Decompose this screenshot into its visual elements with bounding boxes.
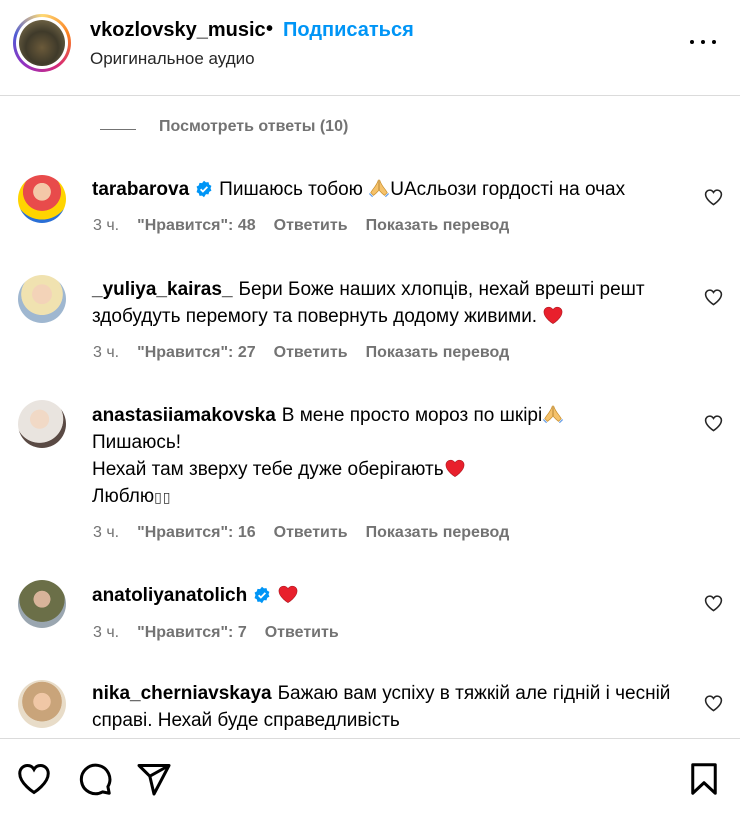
comment-meta: 3 ч. "Нравится": 7 Ответить [93,624,357,642]
verified-badge-icon [196,180,212,198]
comment-avatar[interactable] [18,175,66,223]
comment-line-3: Нехай там зверху тебе дуже оберігають [92,459,444,480]
comment-username[interactable]: nika_cherniavskaya [92,683,272,704]
translate-button[interactable]: Показать перевод [366,524,510,541]
reply-button[interactable]: Ответить [274,217,348,234]
comment-time: 3 ч. [93,524,120,541]
follow-button[interactable]: Подписаться [283,19,414,42]
comment-username[interactable]: anatoliyanatolich [92,585,247,606]
comment-avatar[interactable] [18,580,66,628]
comment-avatar[interactable] [18,680,66,728]
comment-time: 3 ч. [93,344,120,361]
comment-body-a: Пишаюсь тобою [219,179,369,200]
view-replies-label: Посмотреть ответы (10) [159,118,349,135]
translate-button[interactable]: Показать перевод [366,217,510,234]
like-comment-icon[interactable] [704,288,723,306]
comment-text: nika_cherniavskaya Бажаю вам успіху в тяж… [92,680,692,734]
comment-meta: 3 ч. "Нравится": 27 Ответить Показать перев… [93,344,527,362]
praying-hands-emoji-icon [543,405,564,424]
comment-line-1: В мене просто мороз по шкірі [281,405,543,426]
translate-button[interactable]: Показать перевод [366,344,510,361]
comment-username[interactable]: _yuliya_kairas_ [92,279,233,300]
verified-badge-icon [254,586,270,604]
reply-button[interactable]: Ответить [265,624,339,641]
post-header: vkozlovsky_music • Подписаться Оригиналь… [0,0,740,96]
author-username[interactable]: vkozlovsky_music [90,19,266,42]
comment-username[interactable]: tarabarova [92,179,189,200]
comment-meta: 3 ч. "Нравится": 16 Ответить Показать перев… [93,524,527,542]
like-comment-icon[interactable] [704,188,723,206]
praying-hands-emoji-icon [369,179,390,198]
like-comment-icon[interactable] [704,414,723,432]
comment-text: tarabarova Пишаюсь тобою UAсльози гордост… [92,176,692,203]
missing-glyphs: ▯▯ [154,489,172,505]
more-options-icon[interactable] [690,32,716,52]
comment-line-2: Пишаюсь! [92,432,182,453]
share-icon[interactable] [136,761,172,797]
comment-text: anastasiiamakovska В мене просто мороз по… [92,402,692,511]
reply-button[interactable]: Ответить [274,344,348,361]
replies-divider [100,129,136,130]
red-heart-emoji-icon [445,459,464,477]
comment-icon[interactable] [77,761,113,797]
audio-label[interactable]: Оригинальное аудио [90,49,255,69]
comment-avatar[interactable] [18,400,66,448]
red-heart-emoji-icon [278,585,298,603]
comment-avatar[interactable] [18,275,66,323]
header-separator: • [266,18,274,40]
comment-line-4: Люблю [92,486,155,507]
comment-meta: 3 ч. "Нравится": 48 Ответить Показать перев… [93,217,527,235]
author-avatar[interactable] [13,14,71,72]
red-heart-emoji-icon [544,306,563,324]
comment-time: 3 ч. [93,217,120,234]
bookmark-icon[interactable] [686,761,722,797]
comment-body-b: UAсльози гордості на очах [390,179,626,200]
comment-likes[interactable]: "Нравится": 7 [137,624,247,641]
comment-likes[interactable]: "Нравится": 16 [137,524,256,541]
comment-likes[interactable]: "Нравится": 48 [137,217,256,234]
post-actions-bar [0,738,740,819]
comment-likes[interactable]: "Нравится": 27 [137,344,256,361]
like-comment-icon[interactable] [704,694,723,712]
comment-username[interactable]: anastasiiamakovska [92,405,276,426]
like-comment-icon[interactable] [704,594,723,612]
comment-time: 3 ч. [93,624,120,641]
reply-button[interactable]: Ответить [274,524,348,541]
heart-icon[interactable] [16,761,52,797]
comment-text: anatoliyanatolich [92,582,692,609]
comment-text: _yuliya_kairas_ Бери Боже наших хлопців, … [92,276,692,330]
